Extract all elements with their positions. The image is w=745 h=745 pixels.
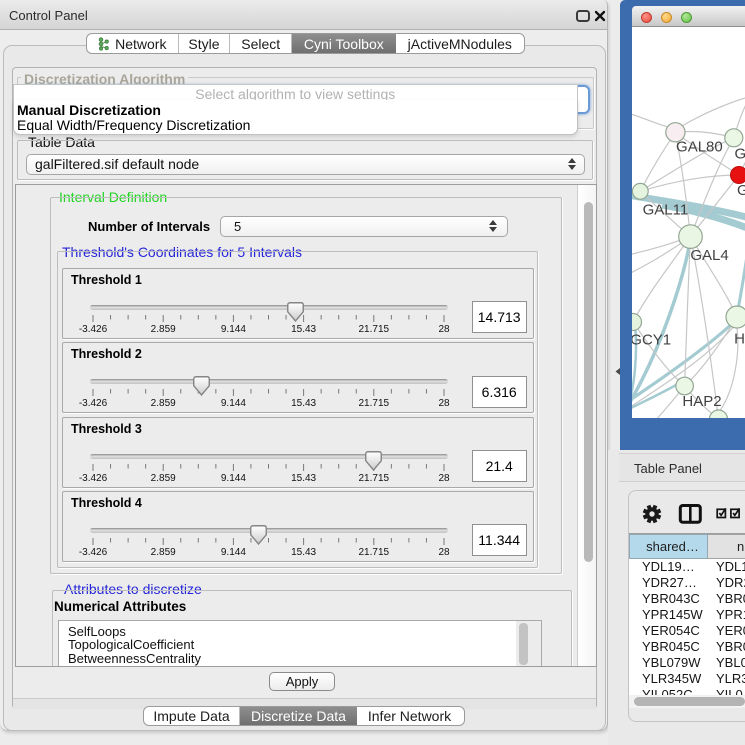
svg-text:GAL80: GAL80 [676, 139, 723, 156]
svg-text:HAP2: HAP2 [682, 393, 721, 410]
svg-text:GAL4: GAL4 [690, 247, 728, 264]
svg-text:H: H [734, 331, 745, 348]
svg-text:GAL11: GAL11 [643, 202, 689, 219]
svg-text:G.: G. [735, 146, 745, 163]
svg-text:G: G [737, 182, 745, 199]
svg-text:GCY1: GCY1 [632, 331, 671, 348]
